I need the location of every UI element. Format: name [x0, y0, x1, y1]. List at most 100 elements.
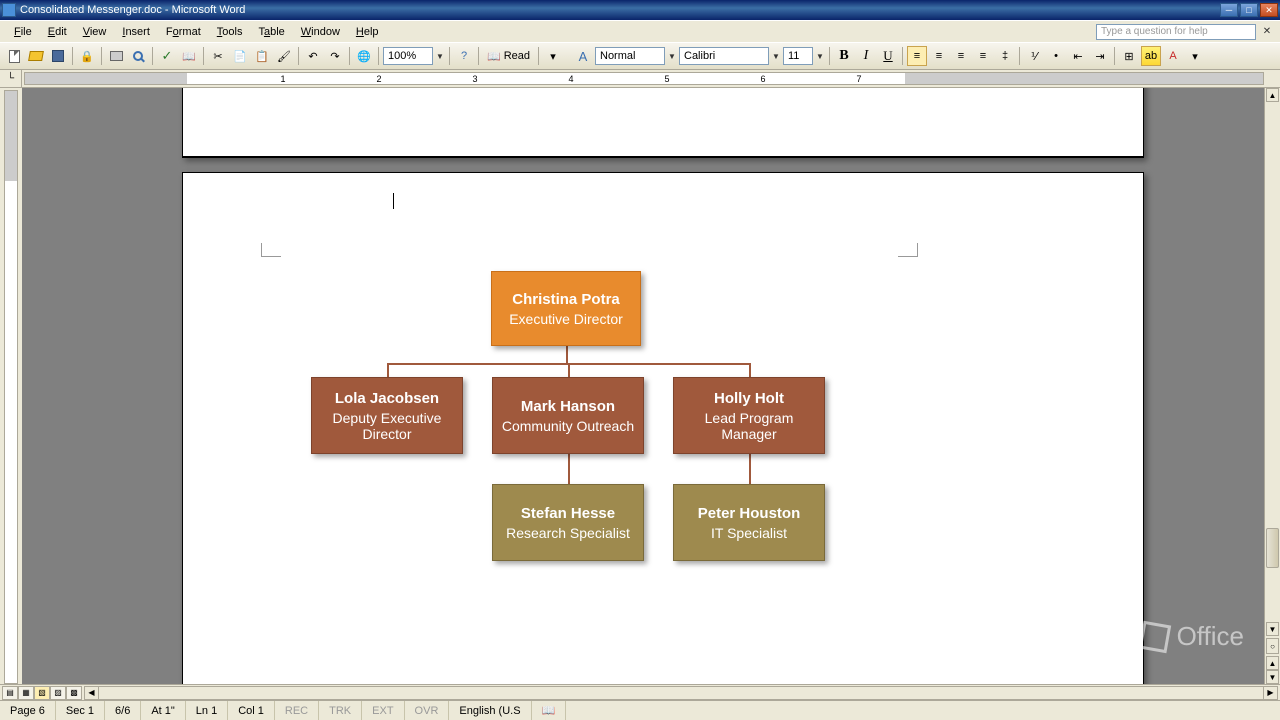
minimize-button[interactable]: ─ — [1220, 3, 1238, 17]
ruler-tick: 2 — [376, 74, 381, 84]
org-box-research-specialist[interactable]: Stefan Hesse Research Specialist — [492, 484, 644, 561]
numbering-button[interactable]: ⅟ — [1024, 46, 1044, 66]
read-button[interactable]: 📖Read — [483, 50, 534, 63]
margin-mark-top-left — [261, 243, 281, 257]
scroll-up-button[interactable]: ▲ — [1266, 88, 1279, 102]
align-justify-button[interactable]: ≡ — [973, 46, 993, 66]
print-layout-view-button[interactable]: ▧ — [34, 686, 50, 700]
vertical-ruler[interactable] — [4, 90, 18, 684]
hyperlink-button[interactable]: 🌐 — [354, 46, 374, 66]
scroll-right-button[interactable]: ▶ — [1263, 687, 1277, 699]
status-trk[interactable]: TRK — [319, 701, 362, 720]
current-page[interactable]: Christina Potra Executive Director Lola … — [182, 172, 1144, 684]
status-spellcheck-icon[interactable]: 📖 — [532, 701, 567, 720]
menu-view[interactable]: View — [75, 24, 115, 40]
standard-toolbar: 🔒 ✓ 📖 ✂ 📄 📋 🖌 ↶ ↷ 🌐 100%▼ ? 📖Read ▾ A No… — [0, 42, 1280, 70]
status-ext[interactable]: EXT — [362, 701, 404, 720]
next-page-button[interactable]: ▼ — [1266, 670, 1279, 684]
menu-tools[interactable]: Tools — [209, 24, 251, 40]
horizontal-ruler[interactable]: 1 2 3 4 5 6 7 — [24, 72, 1264, 85]
underline-button[interactable]: U — [878, 46, 898, 66]
highlight-button[interactable]: ab — [1141, 46, 1161, 66]
scroll-down-button[interactable]: ▼ — [1266, 622, 1279, 636]
reading-layout-view-button[interactable]: ▩ — [66, 686, 82, 700]
borders-button[interactable]: ⊞ — [1119, 46, 1139, 66]
font-size-dropdown-icon[interactable]: ▼ — [815, 52, 825, 61]
font-dropdown-icon[interactable]: ▼ — [771, 52, 781, 61]
research-button[interactable]: 📖 — [179, 46, 199, 66]
org-role: Executive Director — [500, 311, 632, 327]
org-role: Deputy Executive Director — [320, 410, 454, 442]
open-button[interactable] — [26, 46, 46, 66]
redo-button[interactable]: ↷ — [325, 46, 345, 66]
menu-edit[interactable]: Edit — [40, 24, 75, 40]
scroll-thumb[interactable] — [1266, 528, 1279, 568]
close-button[interactable]: ✕ — [1260, 3, 1278, 17]
close-doc-button[interactable]: ✕ — [1260, 25, 1274, 39]
new-doc-button[interactable] — [4, 46, 24, 66]
word-help-button[interactable]: ? — [454, 46, 474, 66]
status-line: Ln 1 — [186, 701, 228, 720]
copy-button[interactable]: 📄 — [230, 46, 250, 66]
align-left-button[interactable]: ≡ — [907, 46, 927, 66]
status-rec[interactable]: REC — [275, 701, 319, 720]
line-spacing-button[interactable]: ‡ — [995, 46, 1015, 66]
bold-button[interactable]: B — [834, 46, 854, 66]
print-preview-button[interactable] — [128, 46, 148, 66]
status-language[interactable]: English (U.S — [449, 701, 531, 720]
zoom-combo[interactable]: 100% — [383, 47, 433, 65]
zoom-dropdown-icon[interactable]: ▼ — [435, 52, 445, 61]
font-size-combo[interactable]: 11 — [783, 47, 813, 65]
menu-help[interactable]: Help — [348, 24, 387, 40]
styles-pane-button[interactable]: A — [573, 46, 593, 66]
toolbar-options-button[interactable]: ▾ — [543, 46, 563, 66]
org-name: Christina Potra — [500, 291, 632, 308]
menu-window[interactable]: Window — [293, 24, 348, 40]
menu-insert[interactable]: Insert — [114, 24, 158, 40]
view-bar: ▤ ▦ ▧ ▨ ▩ ◀ ▶ — [0, 684, 1280, 700]
style-dropdown-icon[interactable]: ▼ — [667, 52, 677, 61]
print-button[interactable] — [106, 46, 126, 66]
org-box-community-outreach[interactable]: Mark Hanson Community Outreach — [492, 377, 644, 454]
previous-page-button[interactable]: ▲ — [1266, 656, 1279, 670]
normal-view-button[interactable]: ▤ — [2, 686, 18, 700]
font-combo[interactable]: Calibri — [679, 47, 769, 65]
vertical-scrollbar[interactable]: ▲ ▼ ○ ▲ ▼ — [1264, 88, 1280, 684]
document-viewport[interactable]: Christina Potra Executive Director Lola … — [22, 88, 1264, 684]
increase-indent-button[interactable]: ⇥ — [1090, 46, 1110, 66]
cut-button[interactable]: ✂ — [208, 46, 228, 66]
decrease-indent-button[interactable]: ⇤ — [1068, 46, 1088, 66]
undo-button[interactable]: ↶ — [303, 46, 323, 66]
scroll-left-button[interactable]: ◀ — [85, 687, 99, 699]
horizontal-scrollbar[interactable]: ◀ ▶ — [84, 686, 1278, 700]
formatting-options-button[interactable]: ▾ — [1185, 46, 1205, 66]
status-page[interactable]: Page 6 — [0, 701, 56, 720]
ruler-tick: 4 — [568, 74, 573, 84]
outline-view-button[interactable]: ▨ — [50, 686, 66, 700]
browse-object-button[interactable]: ○ — [1266, 638, 1279, 654]
web-layout-view-button[interactable]: ▦ — [18, 686, 34, 700]
permission-button[interactable]: 🔒 — [77, 46, 97, 66]
org-box-lead-program-manager[interactable]: Holly Holt Lead Program Manager — [673, 377, 825, 454]
org-box-executive-director[interactable]: Christina Potra Executive Director — [491, 271, 641, 346]
paste-button[interactable]: 📋 — [252, 46, 272, 66]
org-box-it-specialist[interactable]: Peter Houston IT Specialist — [673, 484, 825, 561]
menu-table[interactable]: Table — [250, 24, 292, 40]
bullets-button[interactable]: • — [1046, 46, 1066, 66]
tab-selector[interactable]: └ — [0, 70, 22, 87]
org-box-deputy-director[interactable]: Lola Jacobsen Deputy Executive Director — [311, 377, 463, 454]
font-color-button[interactable]: A — [1163, 46, 1183, 66]
menu-file[interactable]: File — [6, 24, 40, 40]
format-painter-button[interactable]: 🖌 — [274, 46, 294, 66]
spellcheck-button[interactable]: ✓ — [157, 46, 177, 66]
menu-bar: File Edit View Insert Format Tools Table… — [0, 20, 1280, 42]
menu-format[interactable]: Format — [158, 24, 209, 40]
save-button[interactable] — [48, 46, 68, 66]
help-search-input[interactable]: Type a question for help — [1096, 24, 1256, 40]
status-ovr[interactable]: OVR — [405, 701, 450, 720]
style-combo[interactable]: Normal — [595, 47, 665, 65]
align-right-button[interactable]: ≡ — [951, 46, 971, 66]
align-center-button[interactable]: ≡ — [929, 46, 949, 66]
maximize-button[interactable]: □ — [1240, 3, 1258, 17]
italic-button[interactable]: I — [856, 46, 876, 66]
